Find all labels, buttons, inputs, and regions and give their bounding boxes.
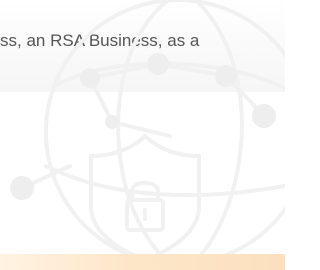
lock-shackle bbox=[130, 180, 160, 202]
network-node bbox=[105, 115, 119, 129]
bottom-strip-text bbox=[108, 254, 198, 262]
banner-text: ss, an RSA Business, as a bbox=[0, 31, 200, 50]
network-node bbox=[10, 176, 34, 200]
network-link-bottom-left bbox=[20, 164, 72, 190]
page: ss, an RSA Business, as a bbox=[0, 0, 285, 270]
shield-icon bbox=[89, 134, 201, 262]
globe-parallel-bottom bbox=[44, 164, 285, 198]
bottom-strip bbox=[0, 254, 285, 270]
top-banner: ss, an RSA Business, as a bbox=[0, 0, 285, 92]
network-node bbox=[252, 104, 276, 128]
lock-body bbox=[125, 198, 165, 232]
